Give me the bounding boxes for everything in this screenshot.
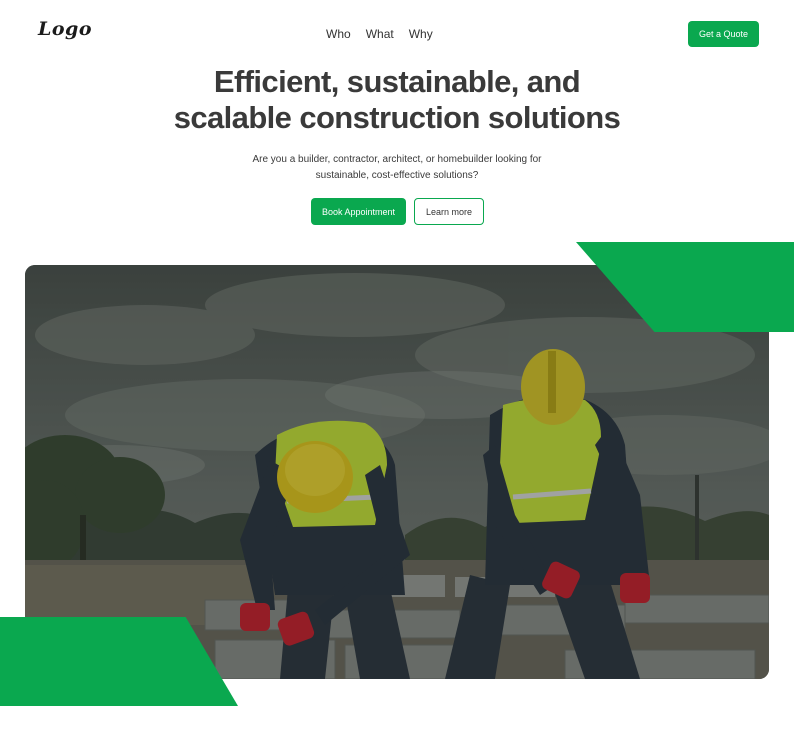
book-appointment-button[interactable]: Book Appointment [311, 198, 406, 225]
hero-title-line-1: Efficient, sustainable, and [213, 64, 581, 99]
get-a-quote-button[interactable]: Get a Quote [688, 21, 759, 47]
hero-title: Efficient, sustainable, and scalable con… [0, 64, 794, 136]
hero-title-line-2: scalable construction solutions [173, 100, 621, 135]
landing-page: Logo Who What Why Get a Quote Efficient,… [0, 0, 794, 744]
hero-subtitle-line-1: Are you a builder, contractor, architect… [252, 154, 542, 165]
hero-subtitle-line-2: sustainable, cost-effective solutions? [315, 170, 479, 181]
nav-link-what[interactable]: What [366, 27, 394, 41]
hero-subtitle: Are you a builder, contractor, architect… [247, 152, 547, 184]
main-nav: Who What Why [326, 27, 433, 41]
logo[interactable]: Logo [38, 18, 92, 40]
nav-link-who[interactable]: Who [326, 27, 351, 41]
learn-more-button[interactable]: Learn more [414, 198, 484, 225]
nav-link-why[interactable]: Why [409, 27, 433, 41]
hero-cta-row: Book Appointment Learn more [311, 198, 484, 225]
